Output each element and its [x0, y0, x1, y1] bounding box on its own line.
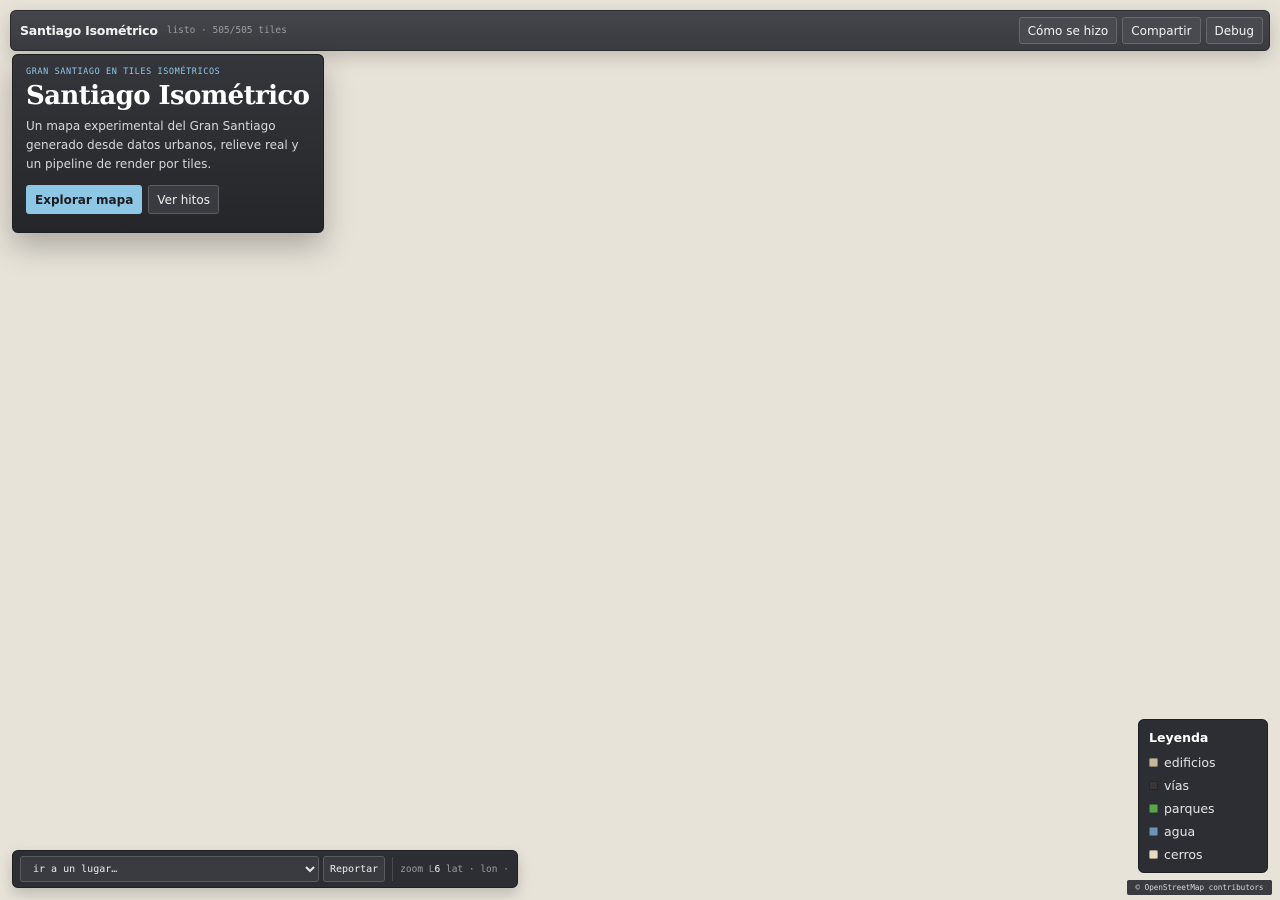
top-bar: Santiago Isométrico listo · 505/505 tile… [10, 10, 1270, 51]
intro-kicker: GRAN SANTIAGO EN TILES ISOMÉTRICOS [26, 67, 221, 77]
zoom-value: 6 [434, 863, 441, 875]
roads-swatch [1149, 781, 1158, 790]
bottom-toolbar: ir a un lugar… Reportar zoom L6 lat · lo… [12, 850, 518, 888]
legend-title: Leyenda [1149, 730, 1209, 745]
intro-title: Santiago Isométrico [26, 81, 310, 111]
debug-button[interactable]: Debug [1205, 17, 1263, 44]
legend-list: edificios vías parques agua cerros [1149, 751, 1257, 866]
view-landmarks-button[interactable]: Ver hitos [148, 185, 219, 214]
water-swatch [1149, 827, 1158, 836]
legend-label: parques [1164, 801, 1215, 816]
legend-item-roads: vías [1149, 774, 1257, 797]
intro-actions: Explorar mapa Ver hitos [26, 185, 310, 214]
legend-item-hills: cerros [1149, 843, 1257, 866]
hills-swatch [1149, 850, 1158, 859]
legend-item-water: agua [1149, 820, 1257, 843]
lat-readout: lat · [445, 863, 475, 875]
buildings-swatch [1149, 758, 1158, 767]
map-attribution[interactable]: © OpenStreetMap contributors [1127, 880, 1272, 895]
intro-card: GRAN SANTIAGO EN TILES ISOMÉTRICOS Santi… [12, 54, 324, 233]
legend-label: agua [1164, 824, 1196, 839]
legend-item-parks: parques [1149, 797, 1257, 820]
legend-label: edificios [1164, 755, 1216, 770]
intro-description: Un mapa experimental del Gran Santiago g… [26, 119, 299, 171]
coordinate-readout: zoom L6 lat · lon · [400, 864, 509, 875]
legend-label: vías [1164, 778, 1190, 793]
app-title: Santiago Isométrico [20, 23, 158, 38]
legend-item-buildings: edificios [1149, 751, 1257, 774]
explore-map-button[interactable]: Explorar mapa [26, 185, 143, 214]
zoom-label: zoom L [400, 863, 435, 875]
parks-swatch [1149, 804, 1158, 813]
legend-panel: Leyenda edificios vías parques agua cerr… [1138, 719, 1268, 873]
tile-status: listo · 505/505 tiles [166, 25, 287, 36]
place-select[interactable]: ir a un lugar… [20, 856, 319, 882]
legend-label: cerros [1164, 847, 1203, 862]
report-button[interactable]: Reportar [323, 856, 386, 882]
lon-readout: lon · [480, 863, 509, 875]
how-it-was-made-button[interactable]: Cómo se hizo [1018, 17, 1118, 44]
top-actions: Cómo se hizo Compartir Debug [1018, 17, 1263, 44]
share-button[interactable]: Compartir [1122, 17, 1201, 44]
toolbar-divider [392, 857, 394, 881]
